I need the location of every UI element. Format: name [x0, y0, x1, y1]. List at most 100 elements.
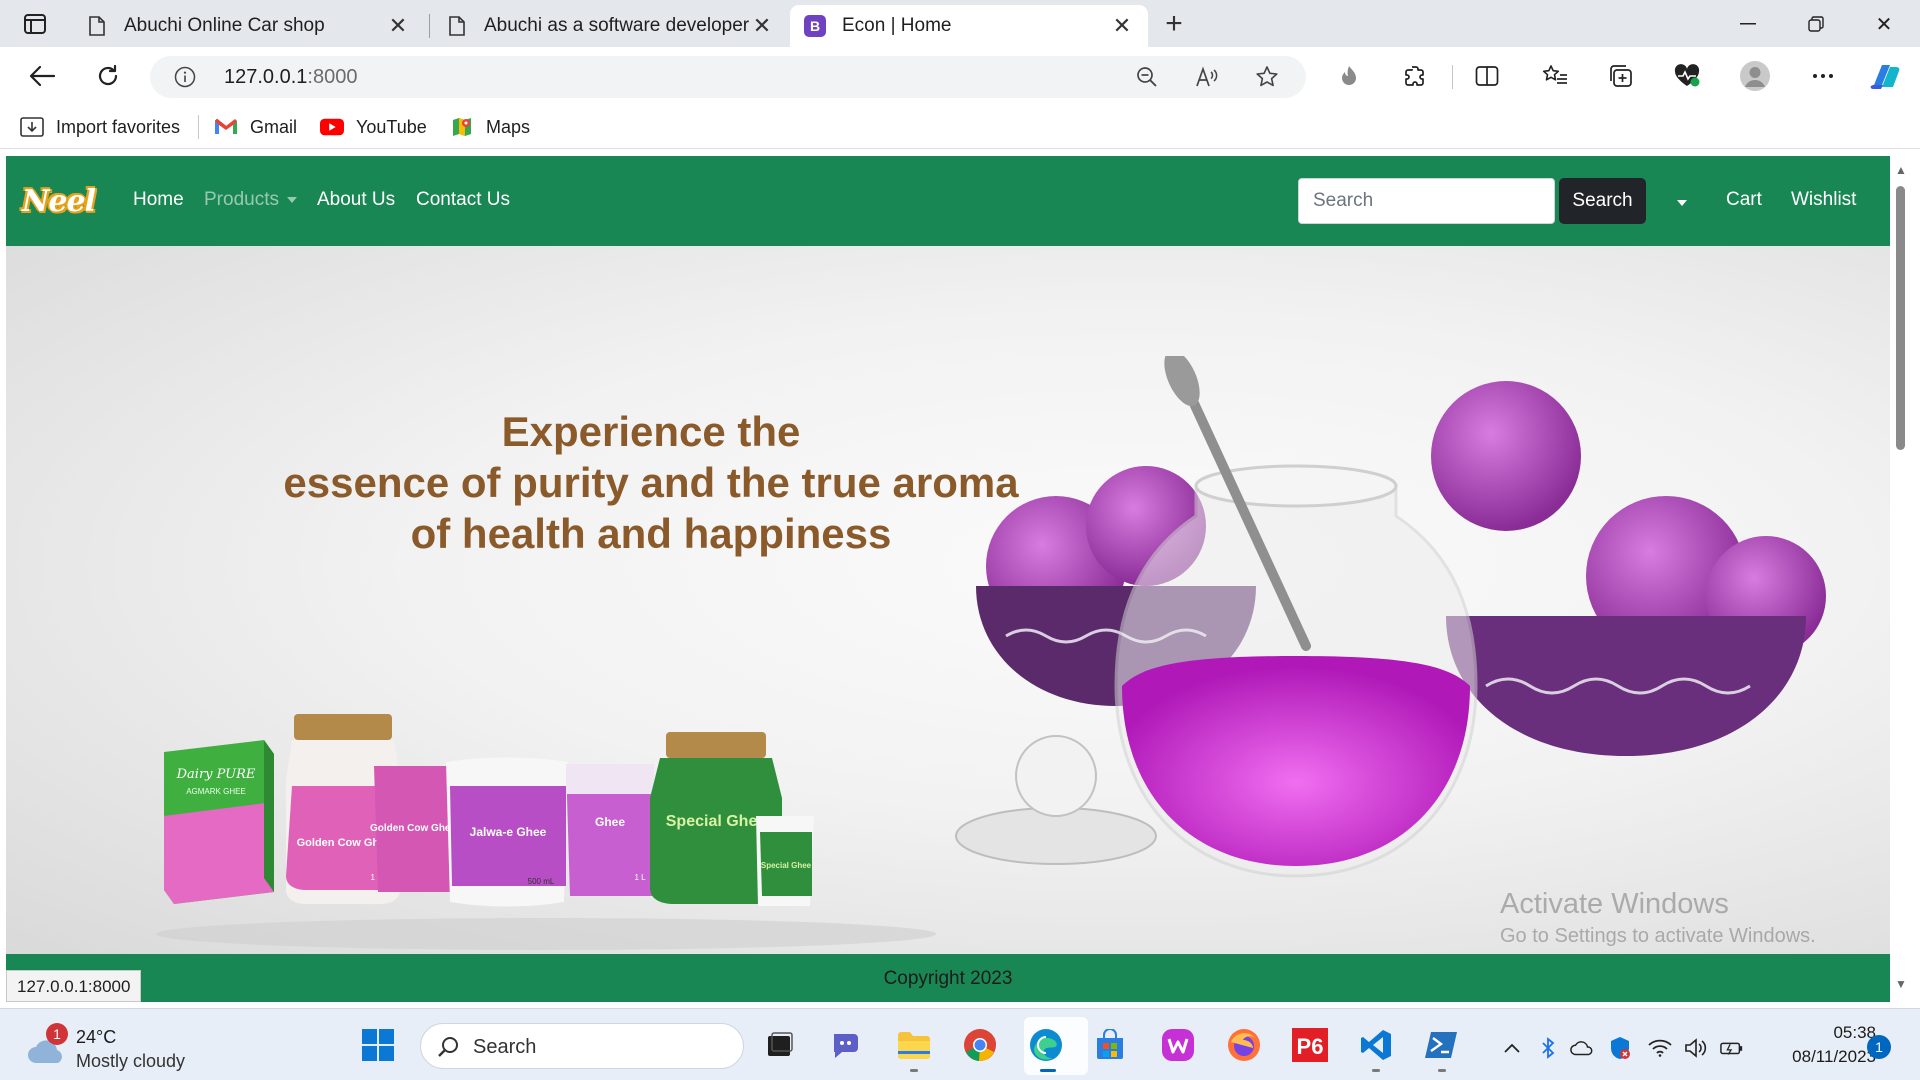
nav-about[interactable]: About Us	[317, 189, 395, 211]
jalwa-ghee-pouch: Jalwa-e Ghee 500 mL	[446, 757, 568, 907]
tab-separator	[429, 14, 430, 38]
collections-icon[interactable]	[1604, 59, 1638, 93]
profile-avatar[interactable]	[1738, 59, 1772, 93]
show-hidden-icons-chevron-icon[interactable]	[1500, 1037, 1524, 1059]
vscode-icon[interactable]	[1356, 1025, 1396, 1065]
gmail-icon	[214, 117, 238, 137]
start-icon[interactable]	[358, 1025, 398, 1065]
special-ghee-small-pouch: Special Ghee	[756, 816, 814, 906]
tab-title: Abuchi Online Car shop	[124, 15, 325, 36]
favorite-label: Maps	[486, 116, 531, 137]
browser-essentials-icon[interactable]	[1670, 59, 1704, 93]
browser-tab-strip: Abuchi Online Car shop ✕ Abuchi as a sof…	[0, 0, 1920, 47]
firefox-icon[interactable]	[1224, 1025, 1264, 1065]
wifi-icon[interactable]	[1648, 1037, 1672, 1059]
restore-icon[interactable]	[1792, 6, 1840, 42]
nav-contact[interactable]: Contact Us	[416, 189, 510, 211]
favorite-youtube[interactable]: YouTube	[320, 114, 427, 140]
site-info-icon[interactable]	[174, 66, 196, 88]
clock-time[interactable]: 05:38	[1810, 1023, 1876, 1043]
close-tab-icon[interactable]: ✕	[1110, 13, 1134, 38]
split-screen-icon[interactable]	[1470, 59, 1504, 93]
close-window-icon[interactable]: ✕	[1860, 6, 1908, 42]
toolbar-separator	[1452, 65, 1453, 89]
notification-badge[interactable]: 1	[1867, 1035, 1891, 1059]
product-text: Golden Cow Ghee	[370, 823, 457, 834]
weather-alert-badge: 1	[46, 1023, 68, 1045]
favorite-star-icon[interactable]	[1254, 64, 1280, 90]
microsoft-store-icon[interactable]	[1090, 1025, 1130, 1065]
clock-date[interactable]: 08/11/2023	[1766, 1047, 1876, 1067]
brand-logo[interactable]: Neel	[22, 184, 96, 219]
address-url[interactable]: 127.0.0.1:8000	[224, 66, 357, 89]
search-button[interactable]: Search	[1559, 178, 1646, 224]
running-indicator	[1438, 1069, 1446, 1072]
nav-products[interactable]: Products	[204, 189, 297, 211]
taskbar-search[interactable]: Search	[420, 1023, 744, 1069]
favorite-gmail[interactable]: Gmail	[214, 114, 297, 140]
extensions-icon[interactable]	[1398, 59, 1432, 93]
favorite-label: Import favorites	[56, 116, 181, 137]
task-view-icon[interactable]	[760, 1025, 800, 1065]
watermark-title: Activate Windows	[1500, 888, 1729, 920]
volume-icon[interactable]	[1684, 1037, 1708, 1059]
import-favorites-icon	[20, 117, 44, 137]
page-scrollbar[interactable]: ▲ ▼	[1890, 156, 1920, 1002]
product-sub: AGMARK GHEE	[186, 787, 246, 796]
right-bowl	[1431, 381, 1826, 756]
golden-cow-ghee-pouch: Golden Cow Ghee	[370, 766, 457, 892]
wps-office-icon[interactable]	[1158, 1025, 1198, 1065]
close-tab-icon[interactable]: ✕	[386, 13, 410, 38]
tab-abuchi-developer[interactable]: Abuchi as a software developer ✕	[432, 5, 788, 47]
teams-chat-icon[interactable]	[826, 1025, 866, 1065]
search-icon	[438, 1037, 458, 1057]
new-tab-icon[interactable]: +	[1158, 7, 1190, 40]
edge-icon[interactable]	[1026, 1025, 1066, 1065]
chevron-down-icon	[286, 196, 297, 203]
dropdown-toggle[interactable]	[1669, 194, 1687, 212]
windows-taskbar: 1 24°C Mostly cloudy Search P6 05:38 08/…	[0, 1008, 1920, 1080]
site-navbar: Neel Home Products About Us Contact Us S…	[6, 156, 1890, 246]
more-options-icon[interactable]	[1806, 59, 1840, 93]
favorites-icon[interactable]	[1538, 59, 1572, 93]
page-viewport: Neel Home Products About Us Contact Us S…	[6, 156, 1890, 1002]
bluetooth-icon[interactable]	[1536, 1037, 1560, 1059]
watermark-subtitle: Go to Settings to activate Windows.	[1500, 925, 1816, 947]
windows-security-icon[interactable]	[1608, 1037, 1632, 1059]
favorite-import[interactable]: Import favorites	[20, 114, 180, 140]
refresh-icon[interactable]	[88, 56, 128, 96]
product-text: Jalwa-e Ghee	[470, 825, 547, 839]
nav-home[interactable]: Home	[133, 189, 184, 211]
powershell-icon[interactable]	[1422, 1025, 1462, 1065]
address-bar[interactable]: 127.0.0.1:8000	[150, 56, 1306, 98]
bootstrap-icon: B	[804, 15, 826, 37]
close-tab-icon[interactable]: ✕	[750, 13, 774, 38]
page-icon	[446, 15, 468, 37]
minimize-icon[interactable]	[1724, 6, 1772, 42]
nav-cart[interactable]: Cart	[1726, 189, 1762, 211]
tab-actions-icon[interactable]	[18, 10, 52, 38]
purple-ghee-jar-illustration	[955, 356, 1826, 878]
scroll-thumb[interactable]	[1896, 186, 1905, 450]
tab-econ-home[interactable]: B Econ | Home ✕	[790, 5, 1148, 47]
weather-widget[interactable]: 1 24°C Mostly cloudy	[24, 1023, 224, 1071]
svg-text:P6: P6	[1297, 1034, 1324, 1059]
scroll-up-icon[interactable]: ▲	[1894, 164, 1908, 176]
tracking-prevention-icon[interactable]	[1332, 59, 1366, 93]
zoom-out-icon[interactable]	[1134, 64, 1160, 90]
nav-wishlist[interactable]: Wishlist	[1791, 189, 1856, 211]
read-aloud-icon[interactable]	[1194, 64, 1220, 90]
favorite-maps[interactable]: Maps	[450, 114, 530, 140]
primavera-p6-icon[interactable]: P6	[1290, 1025, 1330, 1065]
chrome-icon[interactable]	[960, 1025, 1000, 1065]
hero-banner: Experience the essence of purity and the…	[6, 246, 1890, 954]
scroll-down-icon[interactable]: ▼	[1894, 978, 1908, 990]
onedrive-icon[interactable]	[1570, 1037, 1594, 1059]
back-icon[interactable]	[22, 56, 62, 96]
search-input[interactable]	[1298, 178, 1555, 224]
tab-abuchi-car-shop[interactable]: Abuchi Online Car shop ✕	[72, 5, 424, 47]
copilot-icon[interactable]	[1868, 59, 1902, 93]
battery-icon[interactable]	[1720, 1037, 1744, 1059]
file-explorer-icon[interactable]	[894, 1025, 934, 1065]
ghee-product-lineup: Dairy PURE AGMARK GHEE Golden Cow Ghee 1…	[156, 714, 936, 950]
